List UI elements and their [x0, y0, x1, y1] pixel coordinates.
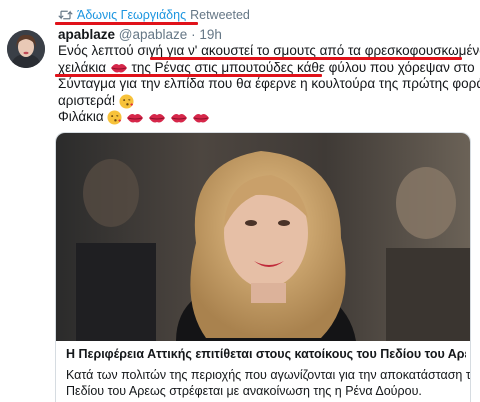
- card-description-line: Κατά των πολιτών της περιοχής που αγωνίζ…: [66, 368, 471, 382]
- kissing-face-emoji-icon: [107, 110, 122, 125]
- tweet-line: Φιλάκια: [58, 109, 470, 126]
- retweet-icon: [58, 10, 73, 20]
- lips-emoji-icon: [170, 113, 187, 123]
- lips-emoji-icon: [110, 64, 127, 73]
- tweet-line: Σύνταγμα για την ελπίδα που θα έφερνε η …: [58, 76, 480, 92]
- author-name[interactable]: apablaze: [58, 27, 115, 42]
- tweet-timestamp[interactable]: 19h: [199, 27, 222, 42]
- retweet-context: Άδωνις Γεωργιάδης Retweeted: [58, 7, 250, 23]
- tweet-text: Ενός λεπτού σιγή για ν' ακουστεί το σμου…: [58, 43, 480, 126]
- card-description: Κατά των πολιτών της περιοχής που αγωνίζ…: [66, 367, 471, 399]
- avatar-image: [7, 30, 45, 68]
- retweeter-link[interactable]: Άδωνις Γεωργιάδης: [77, 8, 186, 22]
- annotation-underline: [150, 57, 462, 60]
- lips-emoji-icon: [148, 113, 165, 123]
- tweet-header: apablaze @apablaze · 19h: [58, 27, 222, 42]
- card-title[interactable]: Η Περιφέρεια Αττικής επιτίθεται στους κα…: [66, 347, 466, 361]
- tweet-line-text: της Ρένας στις μπουτούδες κάθε φύλου που…: [131, 59, 475, 75]
- separator-dot: ·: [191, 27, 196, 42]
- retweeted-label: Retweeted: [190, 8, 250, 22]
- card-description-line: Πεδίου του Αρεως στρέφεται με ανακοίνωση…: [66, 384, 422, 398]
- annotation-underline: [55, 22, 198, 25]
- tweet-line-text: Φιλάκια: [58, 109, 104, 125]
- tweet-line-text: χειλάκια: [58, 59, 107, 75]
- author-handle[interactable]: @apablaze: [119, 27, 188, 42]
- card-image: [56, 133, 470, 341]
- kissing-face-emoji-icon: [119, 94, 134, 109]
- link-preview-card[interactable]: Η Περιφέρεια Αττικής επιτίθεται στους κα…: [55, 132, 471, 402]
- tweet-line: αριστερά!: [58, 93, 470, 110]
- lips-emoji-icon: [127, 113, 144, 123]
- tweet-line-text: αριστερά!: [58, 92, 116, 108]
- avatar[interactable]: [7, 30, 45, 68]
- lips-emoji-icon: [192, 113, 209, 123]
- annotation-underline: [55, 74, 322, 77]
